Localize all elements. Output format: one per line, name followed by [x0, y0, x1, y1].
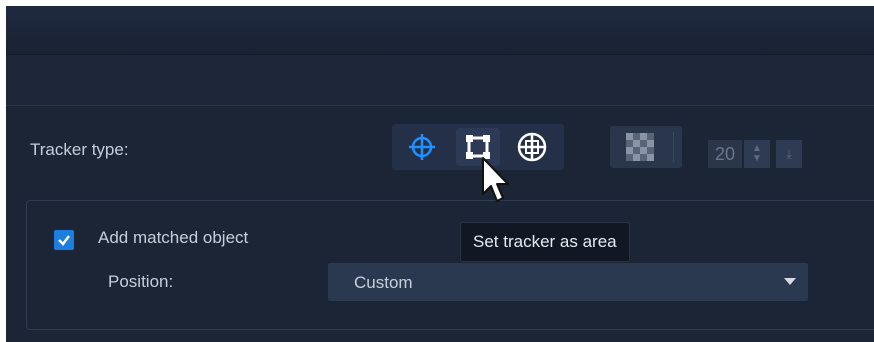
point-tracker-button[interactable] [400, 128, 444, 166]
spinner-arrows[interactable]: ▲ ▼ [744, 140, 770, 168]
chevron-down-icon[interactable]: ▼ [752, 154, 762, 164]
spinner-extra-button[interactable]: ⤓ [776, 140, 802, 168]
crosshair-icon [409, 134, 435, 160]
add-matched-object-label: Add matched object [98, 228, 249, 247]
title-bar [6, 6, 874, 55]
add-matched-object-checkbox[interactable] [54, 230, 74, 250]
chevron-down-icon [784, 278, 796, 285]
position-label: Position: [108, 272, 174, 291]
tooltip: Set tracker as area [460, 222, 630, 262]
button-separator [673, 132, 674, 162]
position-dropdown-value: Custom [354, 273, 413, 292]
arrow-down-bar-icon: ⤓ [786, 146, 792, 161]
globe-tracker-button[interactable] [510, 128, 554, 166]
checkmark-icon [58, 235, 70, 246]
tracker-size-spinner: 20 ▲ ▼ ⤓ [708, 140, 802, 168]
toolbar-band [6, 55, 874, 106]
tracker-type-label: Tracker type: [30, 140, 129, 159]
spinner-value[interactable]: 20 [708, 140, 742, 168]
position-dropdown[interactable]: Custom [328, 263, 808, 301]
checkerboard-button[interactable] [610, 126, 682, 168]
app-panel: Tracker type: 20 ▲ ▼ ⤓ Add matched objec… [6, 6, 874, 342]
globe-target-icon [517, 132, 547, 162]
tracker-type-button-group [392, 124, 564, 170]
mouse-cursor-icon [482, 157, 509, 202]
checkerboard-icon [626, 133, 654, 161]
